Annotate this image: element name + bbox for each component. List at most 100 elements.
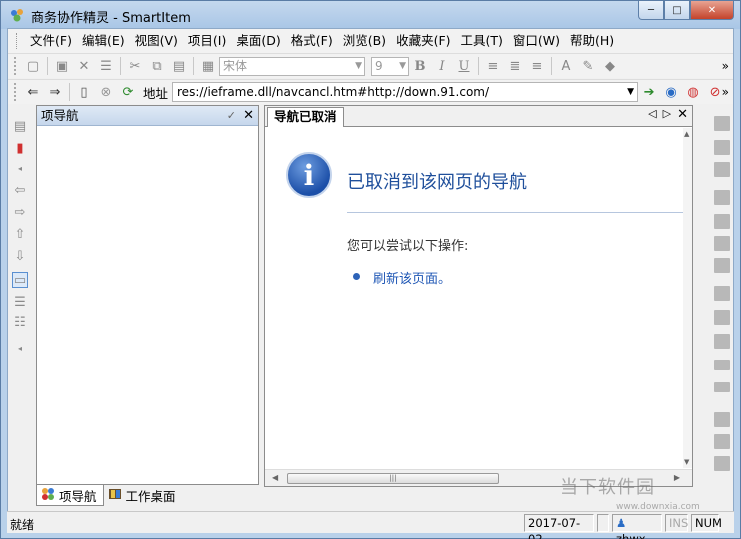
copy-icon[interactable]: ⧉ [146,56,168,76]
toolbar-overflow-icon[interactable]: » [722,85,729,99]
toolbar-grip-icon[interactable] [14,83,18,101]
phone-icon[interactable]: ▮ [12,140,28,156]
new-doc-icon[interactable]: ▢ [22,56,44,76]
arrow-left-icon[interactable]: ⇦ [12,182,28,198]
menu-view[interactable]: 视图(V) [130,30,183,52]
nav-tabs: 项导航 工作桌面 [36,484,259,506]
browser-icon[interactable]: ◍ [682,82,704,102]
cut-icon[interactable]: ✂ [124,56,146,76]
properties-icon[interactable]: ☰ [95,56,117,76]
align-right-icon[interactable]: ≡ [526,56,548,76]
chevron-left-icon[interactable]: ◂ [12,340,28,356]
back-icon[interactable]: ⇐ [22,82,44,102]
vertical-scrollbar[interactable]: ▲ ▼ [683,128,692,468]
menu-item[interactable]: 项目(I) [183,30,231,52]
menu-format[interactable]: 格式(F) [286,30,338,52]
scroll-left-icon[interactable]: ◀ [272,473,278,482]
split-horizontal-icon[interactable]: ☰ [12,294,28,310]
scroll-right-icon[interactable]: ▶ [674,473,680,482]
grid-icon[interactable] [714,190,730,205]
status-date: 2017-07-02 [524,514,594,539]
grid-icon[interactable] [714,162,730,177]
card-icon[interactable]: ▤ [12,118,28,134]
column-icon[interactable] [714,310,730,325]
close-button[interactable]: ✕ [690,1,734,20]
menu-file[interactable]: 文件(F) [25,30,77,52]
chevron-down-icon[interactable]: ▼ [627,83,634,101]
arrow-right-icon[interactable]: ⇨ [12,204,28,220]
row-icon[interactable] [714,258,730,273]
layout-icon[interactable]: ▭ [12,272,28,288]
tab-close-button[interactable]: ✕ [677,107,688,122]
nav-pane-title: 项导航 [41,108,79,123]
maximize-button[interactable]: □ [664,1,690,20]
tab-item-nav-label: 项导航 [59,488,97,504]
menu-desktop[interactable]: 桌面(D) [231,30,285,52]
highlight-icon[interactable]: ✎ [577,56,599,76]
minimize-button[interactable]: ─ [638,1,664,20]
status-num: NUM [691,514,722,532]
user-icon: ♟ [616,516,627,530]
font-color-icon[interactable]: A [555,56,577,76]
tab-item-nav[interactable]: 项导航 [36,485,104,506]
toolbar-grip-icon[interactable] [14,57,18,75]
row-insert-icon[interactable] [714,214,730,229]
align-middle-icon[interactable] [714,434,730,449]
title-bar[interactable]: 商务协作精灵 - SmartItem ─ □ ✕ [1,1,740,29]
column-icon[interactable] [714,334,730,349]
chevron-left-icon[interactable]: ◂ [12,160,28,176]
align-center-icon[interactable]: ≣ [504,56,526,76]
menu-edit[interactable]: 编辑(E) [77,30,130,52]
chevron-right-icon[interactable]: ▷ [663,107,671,122]
stop-icon[interactable]: ⊗ [95,82,117,102]
align-bottom-icon[interactable] [714,456,730,471]
menu-tools[interactable]: 工具(T) [456,30,508,52]
insert-image-icon[interactable]: ▦ [197,56,219,76]
address-input[interactable]: res://ieframe.dll/navcancl.htm#http://do… [172,82,639,102]
go-icon[interactable]: ➔ [638,82,660,102]
align-top-icon[interactable] [714,412,730,427]
refresh-page-link[interactable]: 刷新该页面。 [373,268,451,287]
nav-flower-icon [41,487,55,504]
nav-pane-close-button[interactable]: ✕ [243,106,254,125]
underline-button[interactable]: U [453,56,475,76]
menu-favorites[interactable]: 收藏夹(F) [391,30,455,52]
merge-icon[interactable] [714,360,730,370]
split-icon[interactable] [714,382,730,392]
scroll-down-icon[interactable]: ▼ [684,458,689,466]
scrollbar-thumb[interactable]: ||| [287,473,499,484]
font-name-select[interactable]: 宋体 ▼ [219,56,365,76]
grid-icon[interactable] [714,140,730,155]
arrow-down-icon[interactable]: ⇩ [12,248,28,264]
fill-icon[interactable]: ◆ [599,56,621,76]
align-left-icon[interactable]: ≡ [482,56,504,76]
split-vertical-icon[interactable]: ☷ [12,314,28,330]
forward-icon[interactable]: ⇒ [44,82,66,102]
paste-icon[interactable]: ▤ [168,56,190,76]
font-size-select[interactable]: 9 ▼ [371,56,409,76]
column-icon[interactable] [714,286,730,301]
grid-icon[interactable] [714,116,730,131]
menu-browse[interactable]: 浏览(B) [338,30,391,52]
refresh-icon[interactable]: ⟳ [117,82,139,102]
bold-button[interactable]: B [409,56,431,76]
tab-nav-cancelled[interactable]: 导航已取消 [267,107,344,127]
pin-icon[interactable]: ✓ [227,106,236,125]
menu-window[interactable]: 窗口(W) [508,30,565,52]
globe-icon[interactable]: ◉ [660,82,682,102]
scroll-up-icon[interactable]: ▲ [684,130,689,138]
tab-desktop[interactable]: 工作桌面 [104,485,182,506]
chevron-left-icon[interactable]: ◁ [648,107,656,122]
menu-grip-icon[interactable] [16,33,19,49]
chevron-down-icon: ▼ [355,60,362,71]
watermark: 当下软件园 [560,477,655,498]
page-icon[interactable]: ▯ [73,82,95,102]
row-delete-icon[interactable] [714,236,730,251]
save-icon[interactable]: ▣ [51,56,73,76]
info-icon: i [286,152,332,198]
italic-button[interactable]: I [431,56,453,76]
delete-icon[interactable]: ✕ [73,56,95,76]
arrow-up-icon[interactable]: ⇧ [12,226,28,242]
toolbar-overflow-icon[interactable]: » [722,59,729,73]
menu-help[interactable]: 帮助(H) [565,30,619,52]
